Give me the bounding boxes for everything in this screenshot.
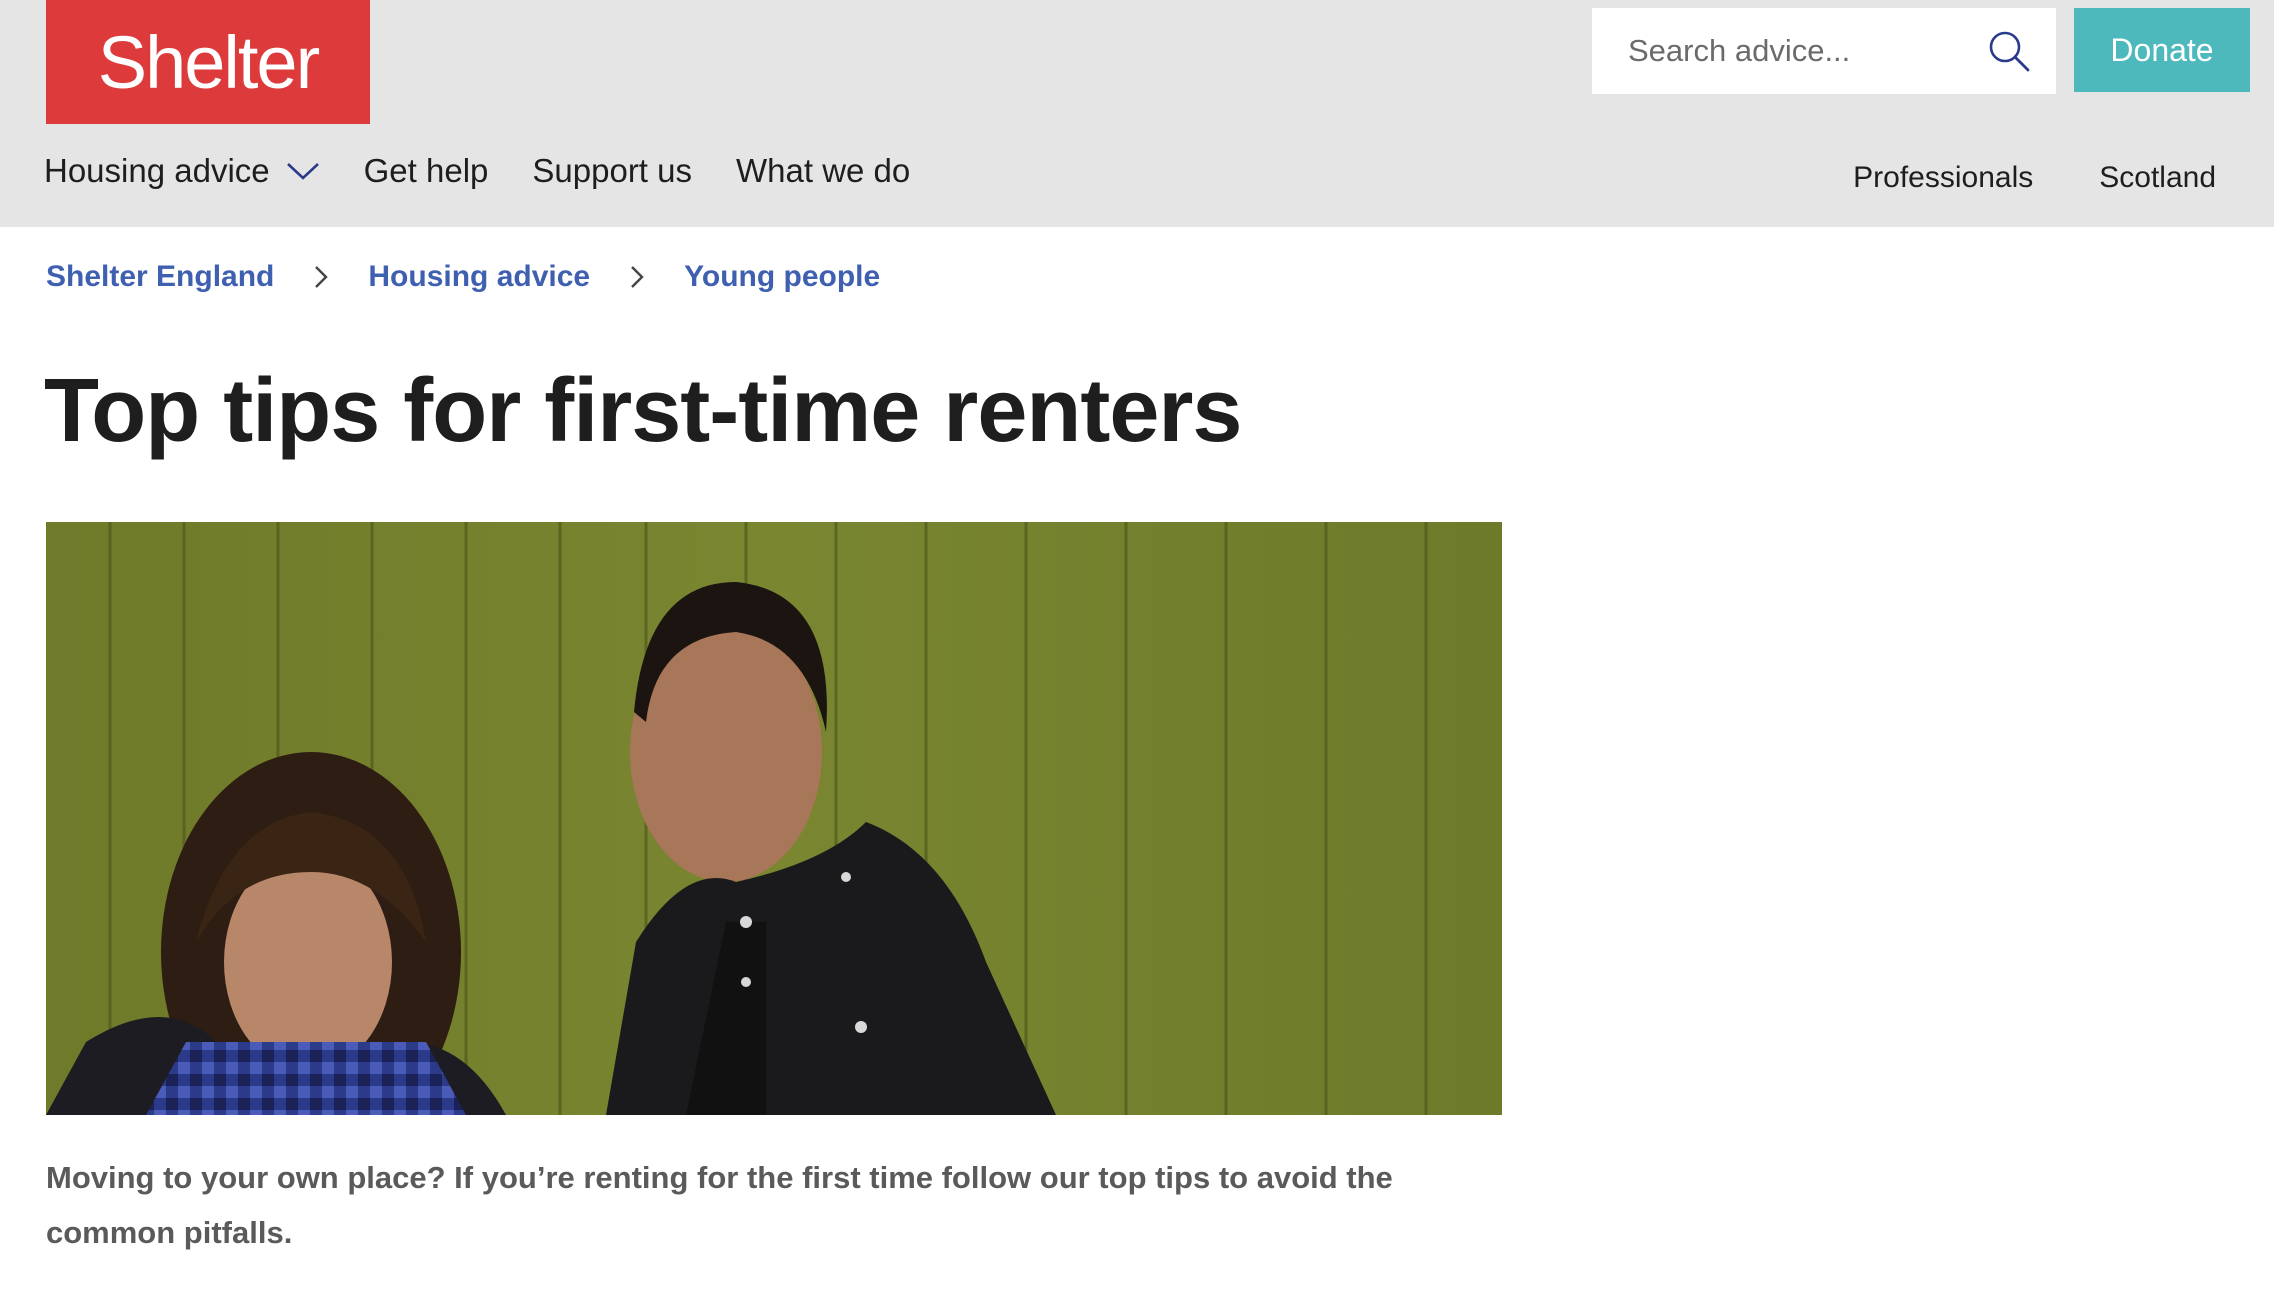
shelter-logo[interactable]: Shelter [46,0,370,124]
secondary-nav: Professionals Scotland [1787,156,2216,200]
site-header: Shelter Donate Housing advice Get help S… [0,0,2274,227]
breadcrumb-item-shelter-england[interactable]: Shelter England [46,260,274,294]
nav-item-support-us[interactable]: Support us [532,152,692,190]
search-icon[interactable] [1986,28,2032,74]
breadcrumb-item-housing-advice[interactable]: Housing advice [368,260,590,294]
page-title: Top tips for first-time renters [44,361,1242,461]
nav-item-housing-advice[interactable]: Housing advice [44,152,320,190]
nav-item-what-we-do[interactable]: What we do [736,152,910,190]
intro-text: Moving to your own place? If you’re rent… [46,1160,1393,1250]
nav-item-label: Housing advice [44,152,270,189]
nav-item-get-help[interactable]: Get help [364,152,489,190]
breadcrumb-item-young-people[interactable]: Young people [684,260,880,294]
donate-button[interactable]: Donate [2074,8,2250,92]
hero-image [46,522,1502,1115]
nav-item-scotland[interactable]: Scotland [2099,161,2216,195]
search-input[interactable] [1628,21,1958,81]
chevron-right-icon [315,266,329,288]
main-nav: Housing advice Get help Support us What … [44,146,954,196]
chevron-right-icon [631,266,644,288]
breadcrumb: Shelter England Housing advice Young peo… [46,252,880,302]
nav-item-professionals[interactable]: Professionals [1853,161,2033,195]
search-box [1592,8,2056,94]
chevron-down-icon [286,163,319,180]
